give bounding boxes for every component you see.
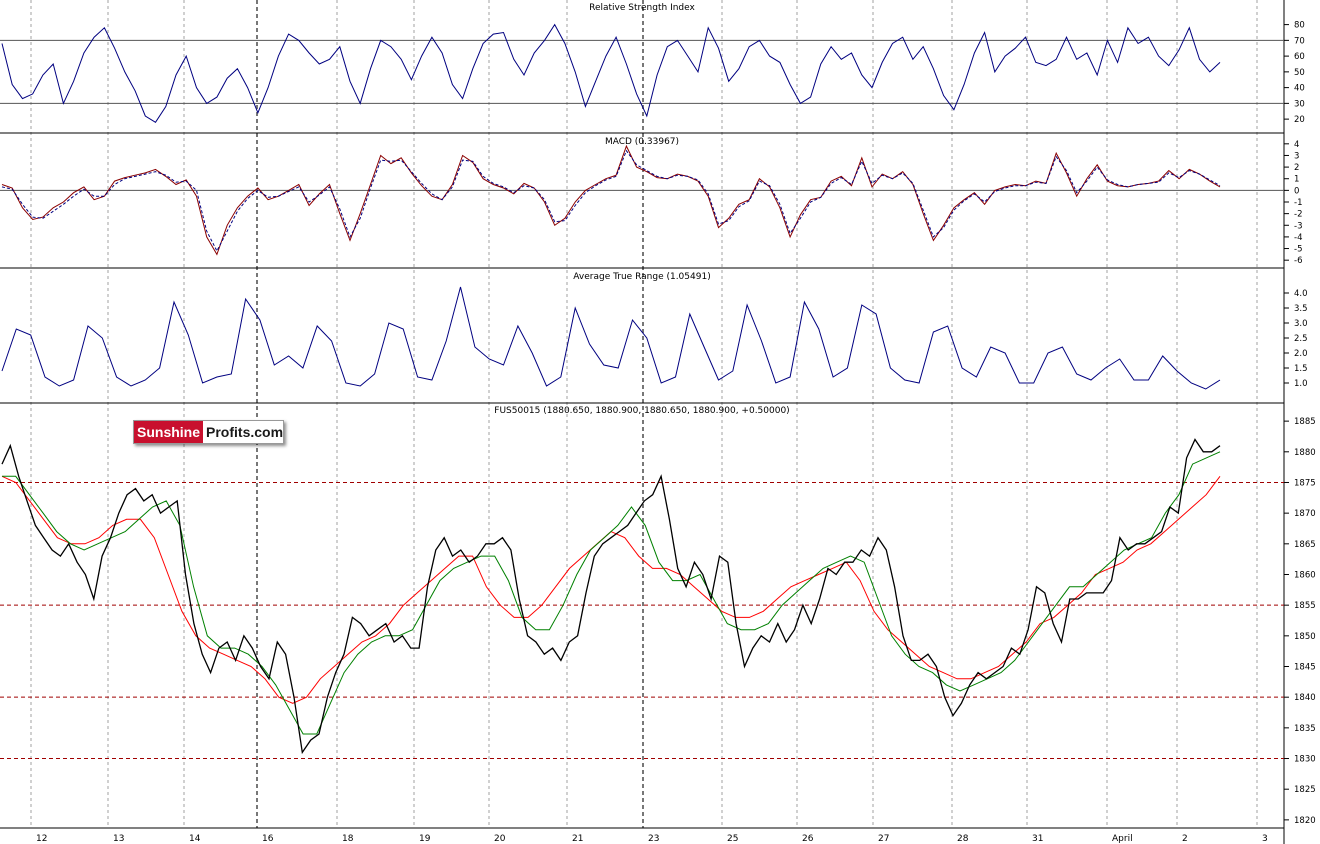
x-tick-label: 12: [36, 834, 47, 844]
x-tick-label: 2: [1182, 834, 1188, 844]
y-tick-label: 40: [1294, 84, 1305, 94]
x-tick-label: 18: [342, 834, 354, 844]
price-title: FUS50015 (1880.650, 1880.900, 1880.650, …: [494, 406, 789, 416]
x-tick-label: 20: [494, 834, 506, 844]
fast-moving-average-line: [2, 451, 1221, 735]
x-tick-label: 23: [648, 834, 659, 844]
y-tick-label: -4: [1294, 233, 1302, 243]
panel-3: 1885 1880 1875 1870 1865 1860 1855 1850 1845 1840…: [0, 417, 1316, 826]
y-tick-label: 2.5: [1294, 334, 1308, 344]
y-tick-label: 1.5: [1294, 364, 1308, 374]
y-tick-label: 1865: [1294, 540, 1316, 550]
y-tick-label: 80: [1294, 21, 1305, 31]
y-tick-label: 2.0: [1294, 349, 1308, 359]
y-tick-label: 1880: [1294, 448, 1316, 458]
y-tick-label: 2: [1294, 163, 1299, 173]
y-tick-label: -6: [1294, 256, 1302, 266]
rsi-title: Relative Strength Index: [589, 3, 695, 13]
x-tick-label: 14: [189, 834, 201, 844]
y-tick-label: 3.0: [1294, 319, 1308, 329]
x-tick-label: April: [1112, 834, 1133, 844]
y-tick-label: -1: [1294, 198, 1302, 208]
panel-0: 80 70 60 50 40 30 20: [0, 21, 1305, 125]
y-tick-label: 1840: [1294, 693, 1316, 703]
x-axis-labels: 12 13 14 16 18 19 20 21 23 25 26 27 28 31 April 2 3: [36, 834, 1268, 844]
y-tick-label: 1825: [1294, 785, 1316, 795]
x-tick-label: 19: [419, 834, 431, 844]
x-tick-label: 13: [113, 834, 124, 844]
y-tick-label: 70: [1294, 36, 1305, 46]
y-tick-label: 30: [1294, 99, 1305, 109]
sunshine-profits-logo: Sunshine Profits.com: [133, 420, 284, 444]
y-tick-label: 0: [1294, 186, 1299, 196]
y-tick-label: 1845: [1294, 663, 1316, 673]
y-tick-label: 4.0: [1294, 289, 1308, 299]
x-tick-label: 25: [727, 834, 738, 844]
y-tick-label: 4: [1294, 140, 1299, 150]
logo-part-profits: Profits.com: [206, 424, 284, 440]
y-tick-label: 1860: [1294, 570, 1316, 580]
atr-line: [1, 286, 1221, 390]
atr-title: Average True Range (1.05491): [573, 272, 710, 282]
macd-title: MACD (0.33967): [605, 137, 679, 147]
y-tick-label: 3.5: [1294, 304, 1308, 314]
y-tick-label: 50: [1294, 68, 1305, 78]
logo-part-sunshine: Sunshine: [134, 421, 204, 443]
x-tick-label: 16: [262, 834, 274, 844]
x-tick-label: 31: [1032, 834, 1043, 844]
y-tick-label: 1835: [1294, 724, 1316, 734]
macd-line: [1, 144, 1221, 256]
y-tick-label: 60: [1294, 52, 1305, 62]
x-tick-label: 26: [802, 834, 814, 844]
price-line: [1, 438, 1221, 755]
y-tick-label: 1885: [1294, 417, 1316, 427]
x-tick-label: 21: [572, 834, 583, 844]
y-tick-label: 20: [1294, 115, 1305, 125]
y-tick-label: 1820: [1294, 816, 1316, 826]
x-tick-label: 3: [1262, 834, 1268, 844]
slow-moving-average-line: [1, 475, 1221, 704]
macd-signal-line: [1, 149, 1221, 252]
y-tick-label: 3: [1294, 151, 1299, 161]
y-tick-label: 1870: [1294, 509, 1316, 519]
y-tick-label: 1830: [1294, 755, 1316, 765]
panel-2: 4.0 3.5 3.0 2.5 2.0 1.5 1.0: [1, 286, 1308, 390]
y-tick-label: 1.0: [1294, 379, 1308, 389]
y-tick-label: -3: [1294, 221, 1302, 231]
y-tick-label: -5: [1294, 245, 1302, 255]
y-tick-label: 1850: [1294, 632, 1316, 642]
x-tick-label: 28: [957, 834, 969, 844]
y-tick-label: 1875: [1294, 478, 1316, 488]
x-tick-label: 27: [878, 834, 889, 844]
y-tick-label: -2: [1294, 210, 1302, 220]
y-tick-label: 1: [1294, 175, 1299, 185]
y-tick-label: 1855: [1294, 601, 1316, 611]
rsi-line: [1, 23, 1221, 123]
